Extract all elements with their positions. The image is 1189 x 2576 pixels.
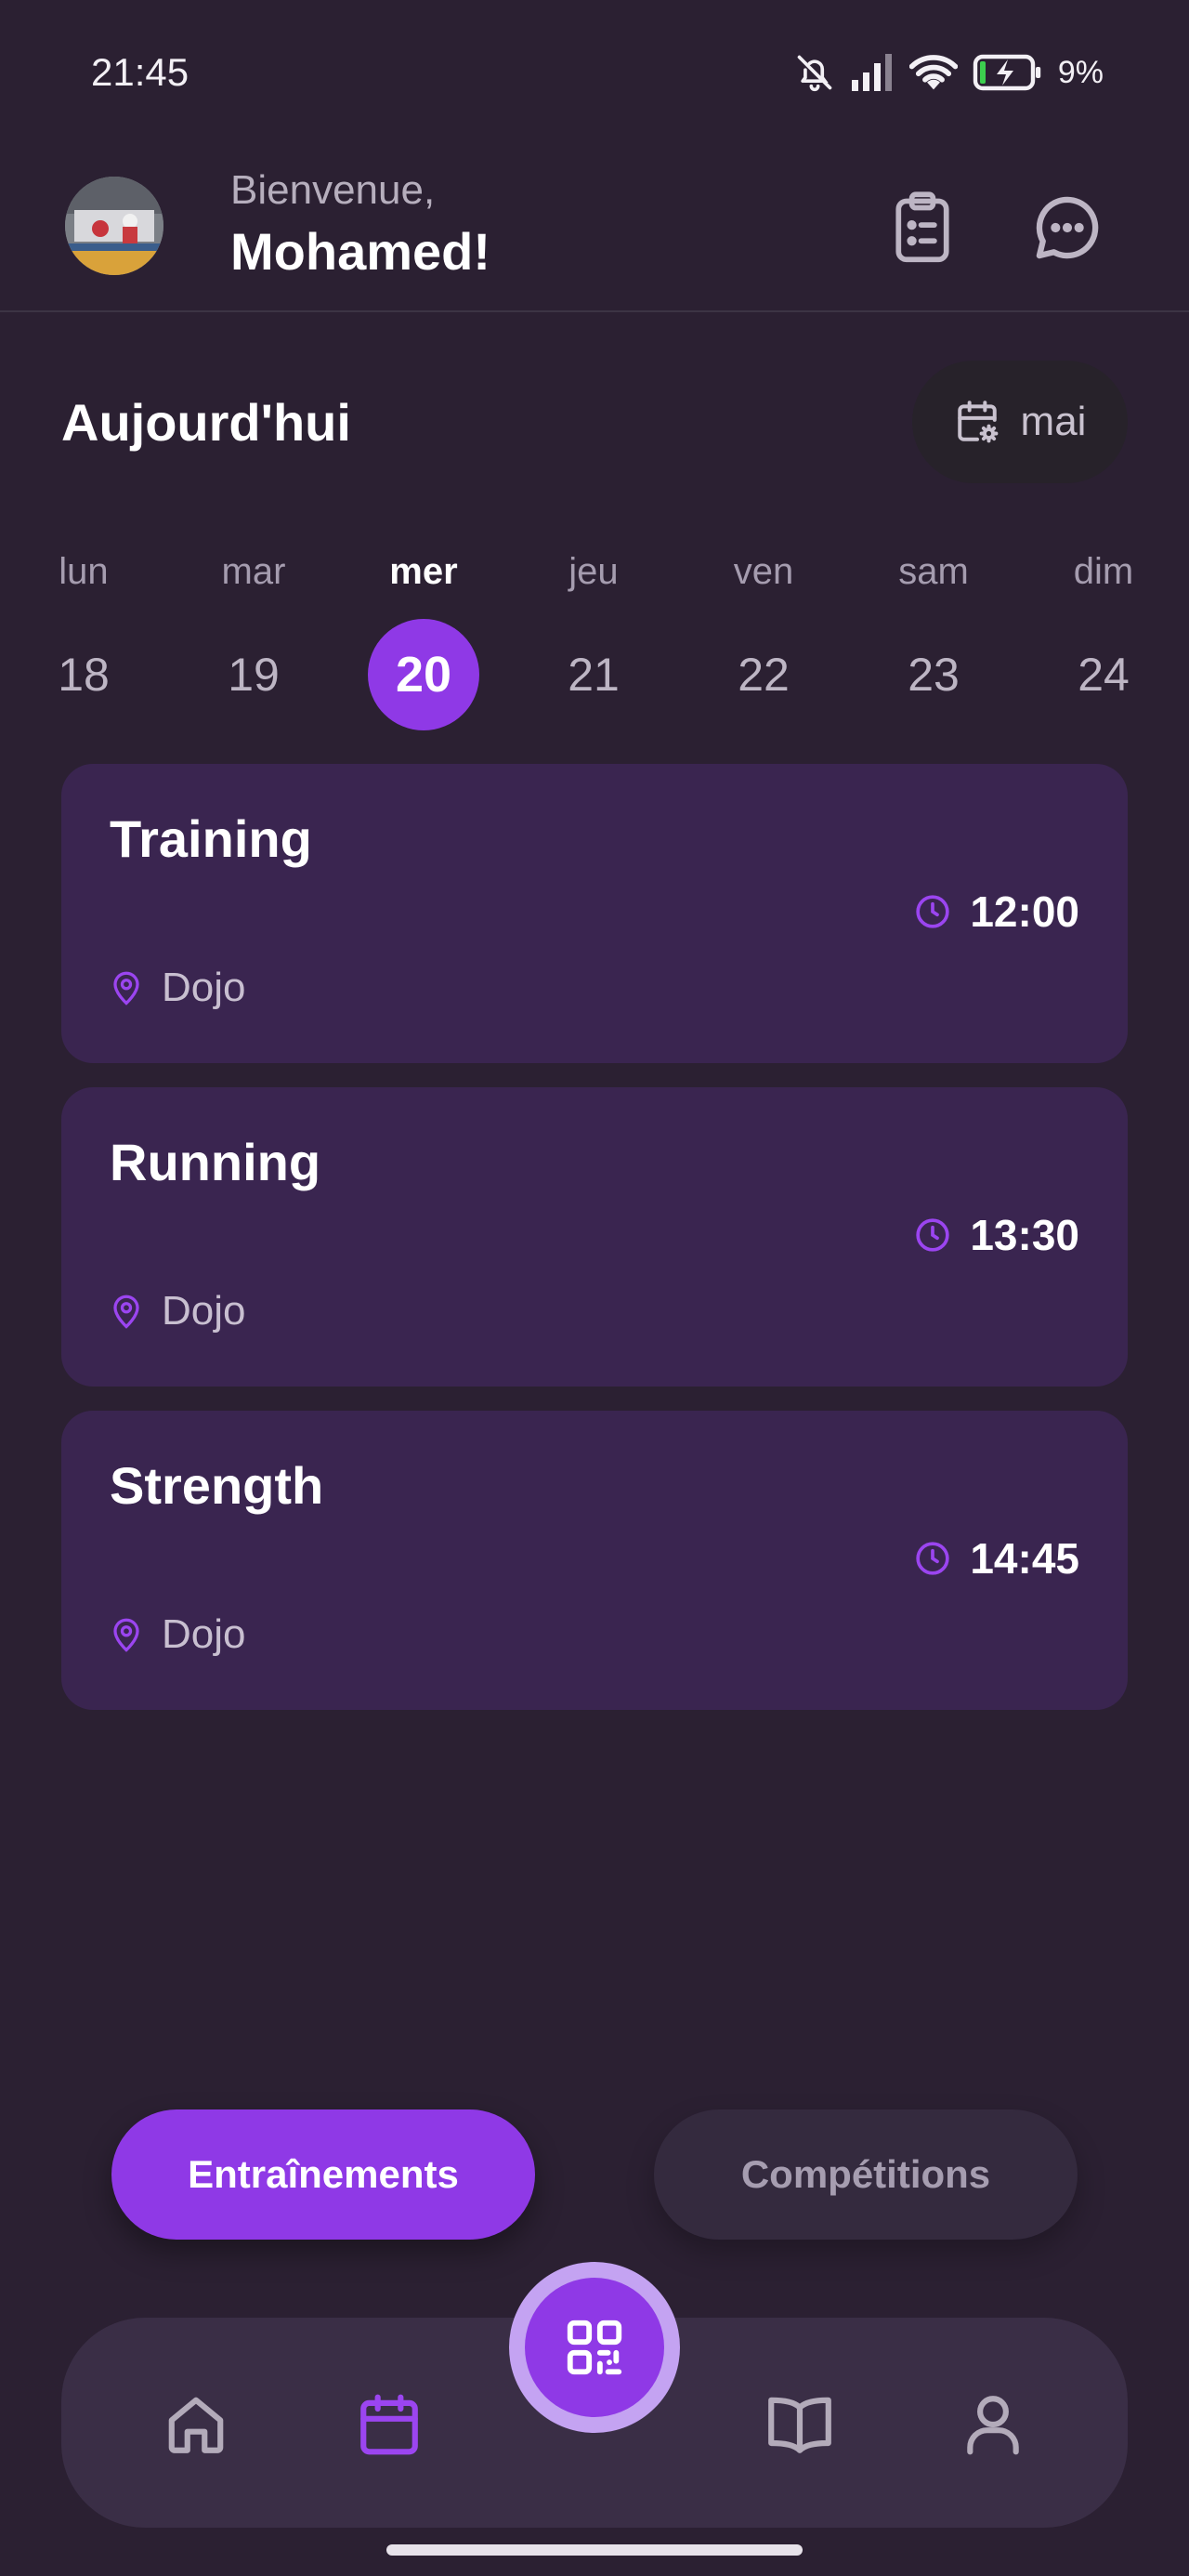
- status-icons: 9%: [794, 52, 1104, 93]
- clock-icon: [916, 1542, 950, 1575]
- signal-icon: [851, 54, 892, 91]
- session-time: 12:00: [914, 887, 1079, 937]
- greeting: Bienvenue,: [230, 167, 436, 213]
- page-title: Aujourd'hui: [61, 393, 351, 452]
- day-number: 22: [738, 649, 790, 701]
- day-number: 20: [395, 647, 452, 703]
- messages-button[interactable]: [1026, 186, 1109, 269]
- header-divider: [0, 310, 1189, 312]
- status-time: 21:45: [91, 50, 189, 94]
- session-location-text: Dojo: [162, 1288, 246, 1334]
- day-name: ven: [733, 551, 794, 592]
- session-location: Dojo: [110, 1611, 246, 1658]
- wifi-icon: [908, 55, 958, 90]
- book-icon: [768, 2397, 831, 2453]
- day-number: 19: [228, 649, 280, 701]
- location-pin-icon: [113, 971, 139, 1005]
- session-time-text: 12:00: [970, 887, 1079, 936]
- calendar-icon: [360, 2394, 418, 2455]
- username: Mohamed!: [230, 222, 490, 281]
- day-number: 21: [568, 649, 620, 701]
- qr-code-icon: [567, 2320, 622, 2375]
- day-sunday[interactable]: dim 24: [1048, 548, 1159, 730]
- clock-icon: [916, 895, 950, 928]
- month-label: mai: [1020, 399, 1087, 444]
- nav-calendar[interactable]: [347, 2383, 431, 2466]
- nav-book[interactable]: [758, 2383, 842, 2466]
- selected-day-circle: 20: [368, 619, 479, 730]
- session-card[interactable]: Running 13:30 Dojo: [61, 1087, 1128, 1387]
- location-pin-icon: [113, 1295, 139, 1329]
- session-location-text: Dojo: [162, 1611, 246, 1657]
- battery-charging-icon: [973, 54, 1041, 91]
- day-thursday[interactable]: jeu 21: [538, 548, 649, 730]
- day-friday[interactable]: ven 22: [708, 548, 819, 730]
- day-name: mer: [389, 551, 458, 592]
- day-number: 23: [908, 649, 960, 701]
- session-time-text: 14:45: [970, 1534, 1079, 1583]
- qr-scan-inner: [525, 2278, 664, 2417]
- day-name: sam: [898, 551, 969, 592]
- day-name: lun: [59, 551, 109, 592]
- qr-scan-button[interactable]: [509, 2262, 680, 2433]
- day-saturday[interactable]: sam 23: [878, 548, 989, 730]
- day-wednesday-selected[interactable]: mer 20: [368, 548, 479, 730]
- nav-profile[interactable]: [951, 2383, 1035, 2466]
- session-time: 13:30: [914, 1210, 1079, 1260]
- day-tuesday[interactable]: mar 19: [198, 548, 309, 730]
- clipboard-icon: [895, 191, 949, 263]
- battery-percent: 9%: [1057, 54, 1104, 90]
- competitions-tab[interactable]: Compétitions: [654, 2109, 1078, 2240]
- month-filter-button[interactable]: mai: [912, 361, 1128, 483]
- session-card[interactable]: Training 12:00 Dojo: [61, 764, 1128, 1063]
- avatar[interactable]: [65, 177, 163, 275]
- session-location-text: Dojo: [162, 965, 246, 1010]
- location-pin-icon: [113, 1618, 139, 1652]
- session-time-text: 13:30: [970, 1211, 1079, 1259]
- session-location: Dojo: [110, 1288, 246, 1334]
- session-title: Training: [110, 809, 312, 868]
- trainings-tab[interactable]: Entraînements: [111, 2109, 535, 2240]
- day-name: jeu: [568, 551, 619, 592]
- profile-icon: [967, 2396, 1019, 2455]
- day-number: 18: [58, 649, 110, 701]
- day-number: 24: [1078, 649, 1130, 701]
- home-indicator: [386, 2544, 803, 2556]
- session-card[interactable]: Strength 14:45 Dojo: [61, 1411, 1128, 1710]
- home-icon: [168, 2397, 224, 2453]
- clock-icon: [916, 1218, 950, 1252]
- day-name: dim: [1073, 551, 1134, 592]
- session-location: Dojo: [110, 965, 246, 1011]
- calendar-settings-icon: [957, 401, 998, 443]
- day-name: mar: [221, 551, 286, 592]
- bell-off-icon: [797, 55, 832, 92]
- session-title: Strength: [110, 1456, 324, 1515]
- avatar-photo: [65, 177, 163, 275]
- nav-home[interactable]: [154, 2383, 238, 2466]
- session-time: 14:45: [914, 1533, 1079, 1584]
- session-title: Running: [110, 1133, 321, 1191]
- chat-icon: [1036, 196, 1099, 259]
- day-monday[interactable]: lun 18: [28, 548, 139, 730]
- clipboard-button[interactable]: [881, 186, 964, 269]
